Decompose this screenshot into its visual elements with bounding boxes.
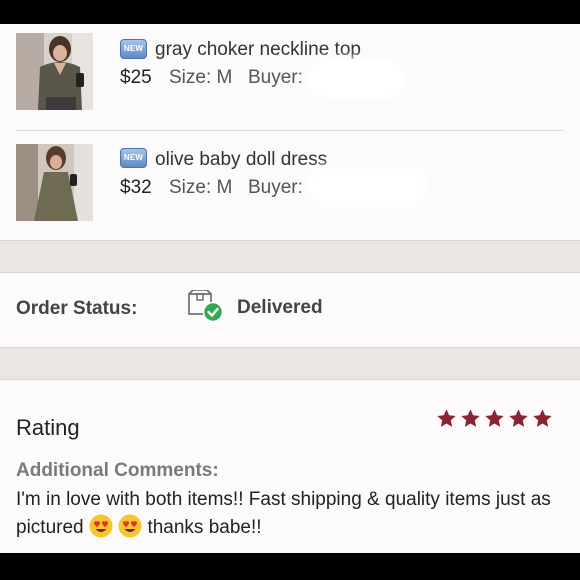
redacted-buyer-name xyxy=(312,64,402,94)
item-thumbnail[interactable] xyxy=(16,33,93,110)
package-delivered-icon xyxy=(187,289,224,323)
section-separator xyxy=(0,347,580,380)
comment-text: I'm in love with both items!! Fast shipp… xyxy=(16,486,566,542)
item-title[interactable]: gray choker neckline top xyxy=(155,39,361,61)
item-divider xyxy=(16,130,564,131)
heart-eyes-emoji-icon xyxy=(89,514,113,538)
item-title[interactable]: olive baby doll dress xyxy=(155,149,327,171)
rating-stars xyxy=(436,408,553,429)
comment-text-end: thanks babe!! xyxy=(147,517,262,538)
new-badge: NEW xyxy=(120,39,147,59)
rating-label: Rating xyxy=(16,415,80,440)
order-item[interactable]: NEW gray choker neckline top $25 Size: M… xyxy=(0,24,580,130)
star-icon xyxy=(437,409,456,427)
heart-eyes-emoji-icon xyxy=(118,514,142,538)
new-badge: NEW xyxy=(120,148,147,168)
order-status-label: Order Status: xyxy=(16,298,138,319)
buyer-label: Buyer: xyxy=(248,67,303,88)
buyer-label: Buyer: xyxy=(248,177,303,198)
additional-comments-label: Additional Comments: xyxy=(16,460,219,481)
item-size: Size: M xyxy=(169,177,233,198)
star-icon xyxy=(509,409,528,427)
order-item[interactable]: NEW olive baby doll dress $32 Size: M Bu… xyxy=(0,134,580,240)
star-icon xyxy=(461,409,480,427)
item-price: $25 xyxy=(120,67,152,88)
order-details-screen: NEW gray choker neckline top $25 Size: M… xyxy=(0,24,580,553)
redacted-buyer-name xyxy=(312,172,422,202)
section-separator xyxy=(0,240,580,273)
item-price: $32 xyxy=(120,177,152,198)
star-icon xyxy=(533,409,552,427)
item-size: Size: M xyxy=(169,67,233,88)
star-icon xyxy=(485,409,504,427)
order-status-value: Delivered xyxy=(237,297,323,318)
item-thumbnail[interactable] xyxy=(16,144,93,221)
